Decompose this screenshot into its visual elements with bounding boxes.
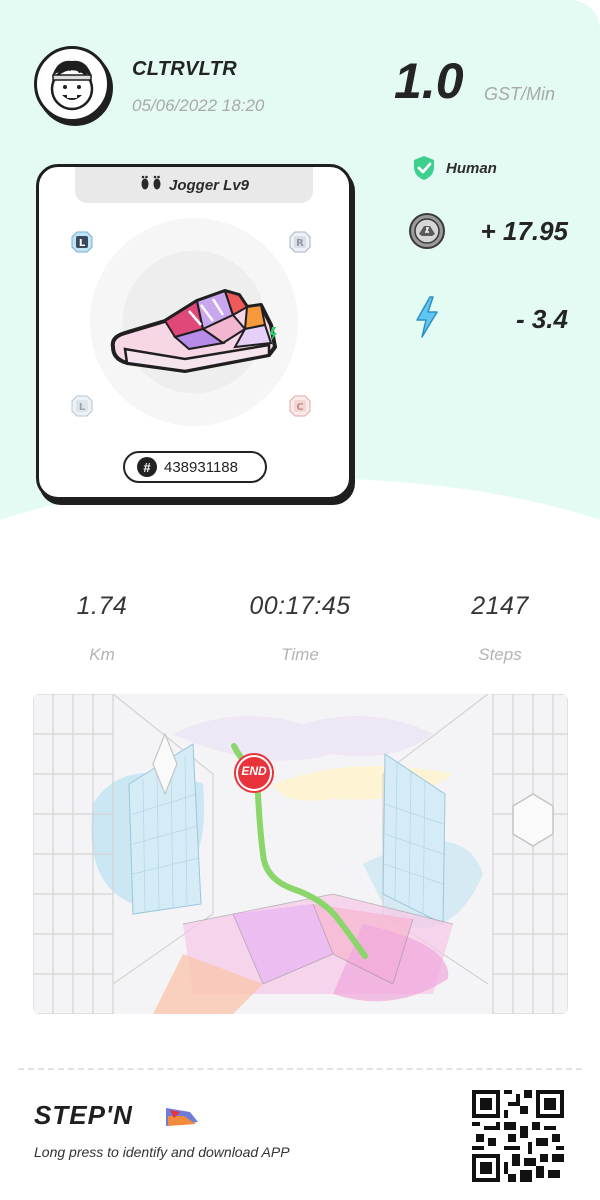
serial-number: 438931188 — [164, 458, 238, 476]
gst-earned-value: + 17.95 — [480, 216, 568, 246]
stepn-logo: STEP'N — [34, 1100, 198, 1130]
hash-icon: # — [137, 457, 157, 477]
gst-earned-row: + 17.95 — [408, 212, 568, 252]
distance-label: Km — [89, 645, 115, 664]
qr-code-icon[interactable] — [472, 1090, 564, 1182]
cartoon-face-avatar-icon — [50, 60, 94, 111]
svg-text:L: L — [79, 402, 86, 413]
distance-stat: 1.74 Km — [22, 592, 182, 665]
verification-status: Human — [412, 155, 497, 181]
run-datetime: 05/06/2022 18:20 — [132, 96, 265, 115]
gem-slot-c-icon[interactable]: C — [289, 395, 311, 417]
route-map-illustration — [33, 694, 568, 1014]
time-label: Time — [281, 645, 319, 664]
distance-value: 1.74 — [76, 592, 128, 620]
steps-value: 2147 — [471, 592, 529, 620]
lightning-icon — [416, 296, 438, 338]
time-stat: 00:17:45 Time — [220, 592, 380, 665]
svg-text:L: L — [79, 238, 86, 249]
route-map[interactable]: END — [33, 694, 568, 1014]
earning-rate-value: 1.0 — [394, 53, 464, 109]
sneaker-type-label: Jogger Lv9 — [168, 176, 250, 194]
time-value: 00:17:45 — [249, 592, 351, 620]
verification-label: Human — [446, 159, 497, 177]
steps-label: Steps — [478, 645, 522, 664]
sneaker-icon — [110, 289, 277, 373]
shield-check-icon — [414, 156, 434, 180]
sneaker-type-tab: Jogger Lv9 — [75, 167, 313, 203]
gem-slot-l-icon[interactable]: L — [71, 231, 93, 253]
username: CLTRVLTR — [132, 58, 237, 80]
energy-used-row: - 3.4 — [408, 296, 568, 340]
avatar — [34, 46, 110, 122]
footer-tagline: Long press to identify and download APP — [34, 1144, 290, 1160]
footprints-icon — [139, 175, 165, 195]
svg-text:STEP'N: STEP'N — [34, 1100, 133, 1130]
svg-text:R: R — [296, 238, 304, 249]
svg-text:C: C — [296, 402, 303, 413]
gst-coin-icon — [409, 213, 445, 249]
footer-divider — [18, 1068, 582, 1070]
sneaker-card[interactable]: Jogger Lv9 L R L C # 438931188 — [36, 164, 352, 500]
gem-slot-l-locked-icon[interactable]: L — [71, 395, 93, 417]
steps-stat: 2147 Steps — [420, 592, 580, 665]
end-marker-label: END — [241, 764, 267, 778]
energy-used-value: - 3.4 — [515, 304, 568, 334]
sneaker-serial: # 438931188 — [123, 451, 267, 483]
gem-slot-r-icon[interactable]: R — [289, 231, 311, 253]
earning-rate-unit: GST/Min — [484, 84, 556, 104]
